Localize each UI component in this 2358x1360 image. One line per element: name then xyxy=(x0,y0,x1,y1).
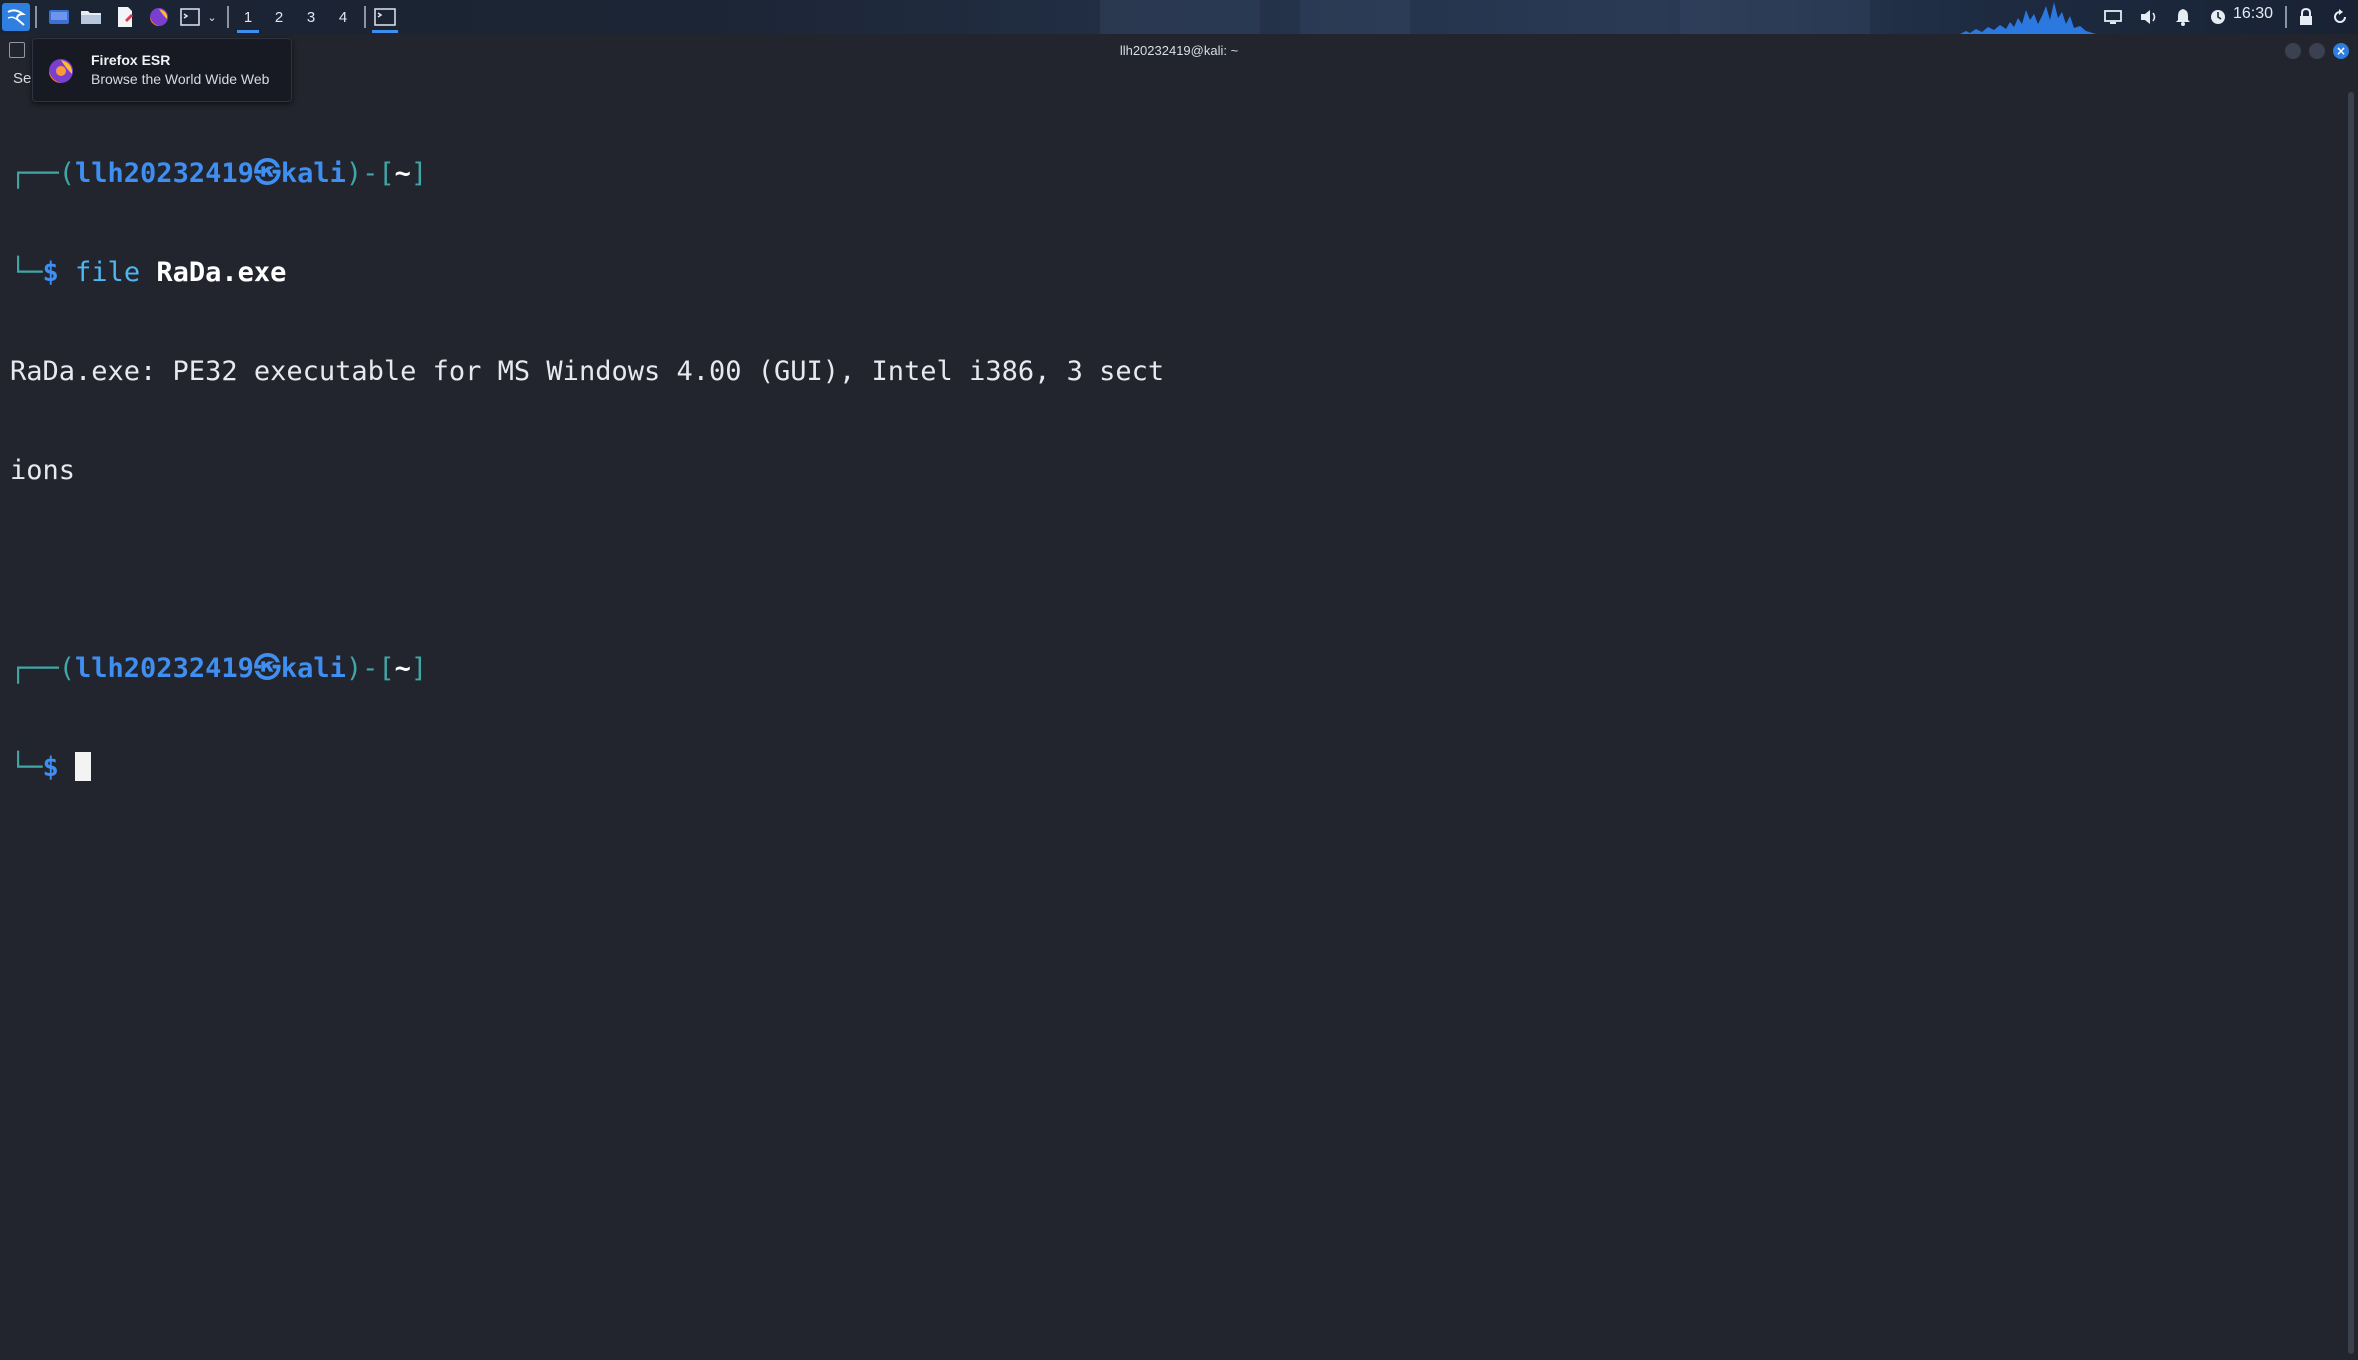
notification-bell-icon[interactable] xyxy=(2170,3,2196,31)
wallpaper-decoration xyxy=(1100,0,1260,34)
clock[interactable]: 16:30 xyxy=(2233,5,2273,23)
workspace-label: 3 xyxy=(306,8,316,26)
text-cursor xyxy=(75,752,92,781)
workspace-3[interactable]: 3 xyxy=(297,3,325,31)
lock-icon[interactable] xyxy=(2293,3,2319,31)
command-argument: RaDa.exe xyxy=(156,257,287,288)
close-button[interactable]: × xyxy=(2333,43,2349,59)
prompt-corner: └─ xyxy=(10,257,43,288)
kali-menu-icon[interactable] xyxy=(2,3,30,31)
command-name: file xyxy=(75,257,141,288)
power-manager-icon[interactable] xyxy=(2205,3,2231,31)
minimize-button[interactable] xyxy=(2285,43,2301,59)
desktop-icon[interactable] xyxy=(46,3,72,31)
prompt-close: ] xyxy=(410,653,428,684)
prompt-host: kali xyxy=(280,653,346,684)
prompt-dollar: $ xyxy=(42,752,59,783)
workspace-label: 1 xyxy=(243,8,253,26)
prompt-open: ┌──( xyxy=(10,653,76,684)
workspace-1[interactable]: 1 xyxy=(234,3,262,33)
prompt-at-symbol: ㉿ xyxy=(253,653,281,684)
prompt-at-symbol: ㉿ xyxy=(253,158,281,189)
prompt-path: ~ xyxy=(394,653,411,684)
output-line: ions xyxy=(10,455,76,486)
prompt-corner: └─ xyxy=(10,752,43,783)
file-manager-icon[interactable] xyxy=(78,3,104,31)
display-icon[interactable] xyxy=(2100,3,2126,31)
prompt-mid: )-[ xyxy=(345,653,395,684)
terminal-icon[interactable] xyxy=(178,3,202,31)
prompt-host: kali xyxy=(280,158,346,189)
refresh-icon[interactable] xyxy=(2327,3,2353,31)
command-line: └─$ xyxy=(10,751,1164,784)
prompt-path: ~ xyxy=(394,158,411,189)
workspace-label: 4 xyxy=(338,8,348,26)
prompt-line: ┌──(llh20232419㉿kali)-[~] xyxy=(10,157,1164,190)
text-editor-icon[interactable] xyxy=(112,3,138,31)
terminal-output[interactable]: ┌──(llh20232419㉿kali)-[~] └─$ file RaDa.… xyxy=(10,91,1164,850)
terminal-icon xyxy=(374,8,396,26)
prompt-mid: )-[ xyxy=(345,158,395,189)
chevron-down-icon[interactable]: ⌄ xyxy=(204,3,220,31)
maximize-button[interactable] xyxy=(2309,43,2325,59)
window-title: llh20232419@kali: ~ xyxy=(1119,43,1239,58)
prompt-open: ┌──( xyxy=(10,158,76,189)
top-panel: ⌄ 1 2 3 4 16:30 xyxy=(0,0,2358,34)
wallpaper-decoration xyxy=(1300,0,1410,34)
volume-icon[interactable] xyxy=(2136,3,2162,31)
workspace-4[interactable]: 4 xyxy=(329,3,357,31)
prompt-line: ┌──(llh20232419㉿kali)-[~] xyxy=(10,652,1164,685)
cpu-usage-graph[interactable] xyxy=(1960,0,2096,34)
launcher-tooltip: Firefox ESR Browse the World Wide Web xyxy=(32,38,292,102)
command-line: └─$ file RaDa.exe xyxy=(10,256,1164,289)
menu-label[interactable]: Se xyxy=(13,70,31,87)
prompt-user: llh20232419 xyxy=(75,653,254,684)
scrollbar[interactable] xyxy=(2348,92,2354,1354)
prompt-dollar: $ xyxy=(42,257,59,288)
prompt-close: ] xyxy=(410,158,428,189)
window-menu-icon[interactable] xyxy=(9,42,25,58)
output-line: RaDa.exe: PE32 executable for MS Windows… xyxy=(10,356,1165,387)
prompt-user: llh20232419 xyxy=(75,158,254,189)
workspace-label: 2 xyxy=(274,8,284,26)
firefox-icon xyxy=(49,59,73,83)
wallpaper-decoration xyxy=(1680,0,1870,34)
tooltip-description: Browse the World Wide Web xyxy=(91,71,270,87)
workspace-2[interactable]: 2 xyxy=(265,3,293,31)
taskbar-terminal-window[interactable] xyxy=(370,3,400,33)
firefox-icon[interactable] xyxy=(146,3,172,31)
tooltip-title: Firefox ESR xyxy=(91,52,171,68)
terminal-window[interactable]: llh20232419@kali: ~ Se × ┌──(llh20232419… xyxy=(0,34,2358,1360)
